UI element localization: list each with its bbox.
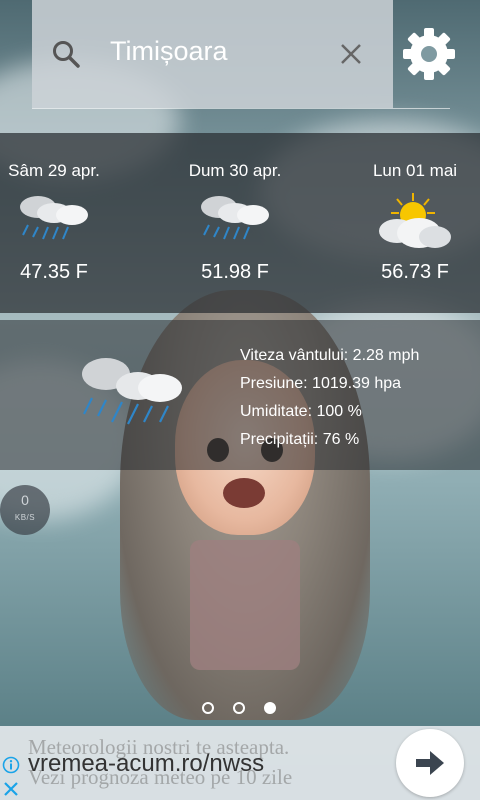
precipitation: Precipitații: 76 % — [240, 431, 360, 448]
pressure: Presiune: 1019.39 hpa — [240, 375, 402, 392]
close-icon[interactable] — [337, 40, 365, 68]
rain-cloud-icon — [201, 196, 269, 240]
forecast-temp: 51.98 F — [201, 261, 269, 283]
speed-value: 0 — [21, 492, 29, 508]
forecast-day-2: Dum 30 apr. 51.98 F — [155, 133, 315, 313]
gear-icon[interactable] — [400, 25, 458, 83]
close-icon[interactable] — [2, 780, 20, 798]
search-underline — [32, 108, 450, 109]
weather-details: Viteza vântului: 2.28 mph Presiune: 1019… — [240, 342, 419, 454]
ad-url[interactable]: vremea-acum.ro/nwss — [28, 750, 264, 778]
page-indicator — [0, 702, 480, 718]
info-icon[interactable] — [2, 756, 20, 774]
city-search-input[interactable]: Timișoara — [110, 36, 228, 67]
forecast-day-name: Lun 01 mai — [372, 161, 458, 180]
humidity: Umiditate: 100 % — [240, 403, 362, 420]
page-dot-active[interactable] — [264, 702, 276, 714]
forecast-day-3: Lun 01 mai 56.73 F — [335, 133, 480, 313]
forecast-day-name: Dum 30 apr. — [188, 161, 282, 180]
current-conditions-panel: Viteza vântului: 2.28 mph Presiune: 1019… — [0, 320, 480, 470]
forecast-temp: 56.73 F — [381, 261, 449, 283]
ad-banner[interactable]: Meteorologii nostri te asteapta. Vezi pr… — [0, 726, 480, 800]
forecast-panel: Sâm 29 apr. 47.35 F Dum 30 apr. 51.98 F … — [0, 133, 480, 313]
page-dot[interactable] — [233, 702, 245, 714]
rain-cloud-icon — [20, 196, 88, 240]
forecast-day-1: Sâm 29 apr. 47.35 F — [0, 133, 134, 313]
partly-sunny-icon — [379, 193, 451, 248]
rain-cloud-icon — [82, 358, 182, 425]
page-dot[interactable] — [202, 702, 214, 714]
search-icon[interactable] — [50, 38, 82, 70]
wind-speed: Viteza vântului: 2.28 mph — [240, 347, 420, 364]
speed-unit: KB/S — [14, 513, 36, 522]
arrow-right-icon — [416, 751, 444, 775]
forecast-day-name: Sâm 29 apr. — [8, 161, 100, 180]
ad-open-button[interactable] — [396, 729, 464, 797]
forecast-temp: 47.35 F — [20, 261, 88, 283]
network-speed-bubble[interactable]: 0 KB/S — [0, 485, 50, 535]
